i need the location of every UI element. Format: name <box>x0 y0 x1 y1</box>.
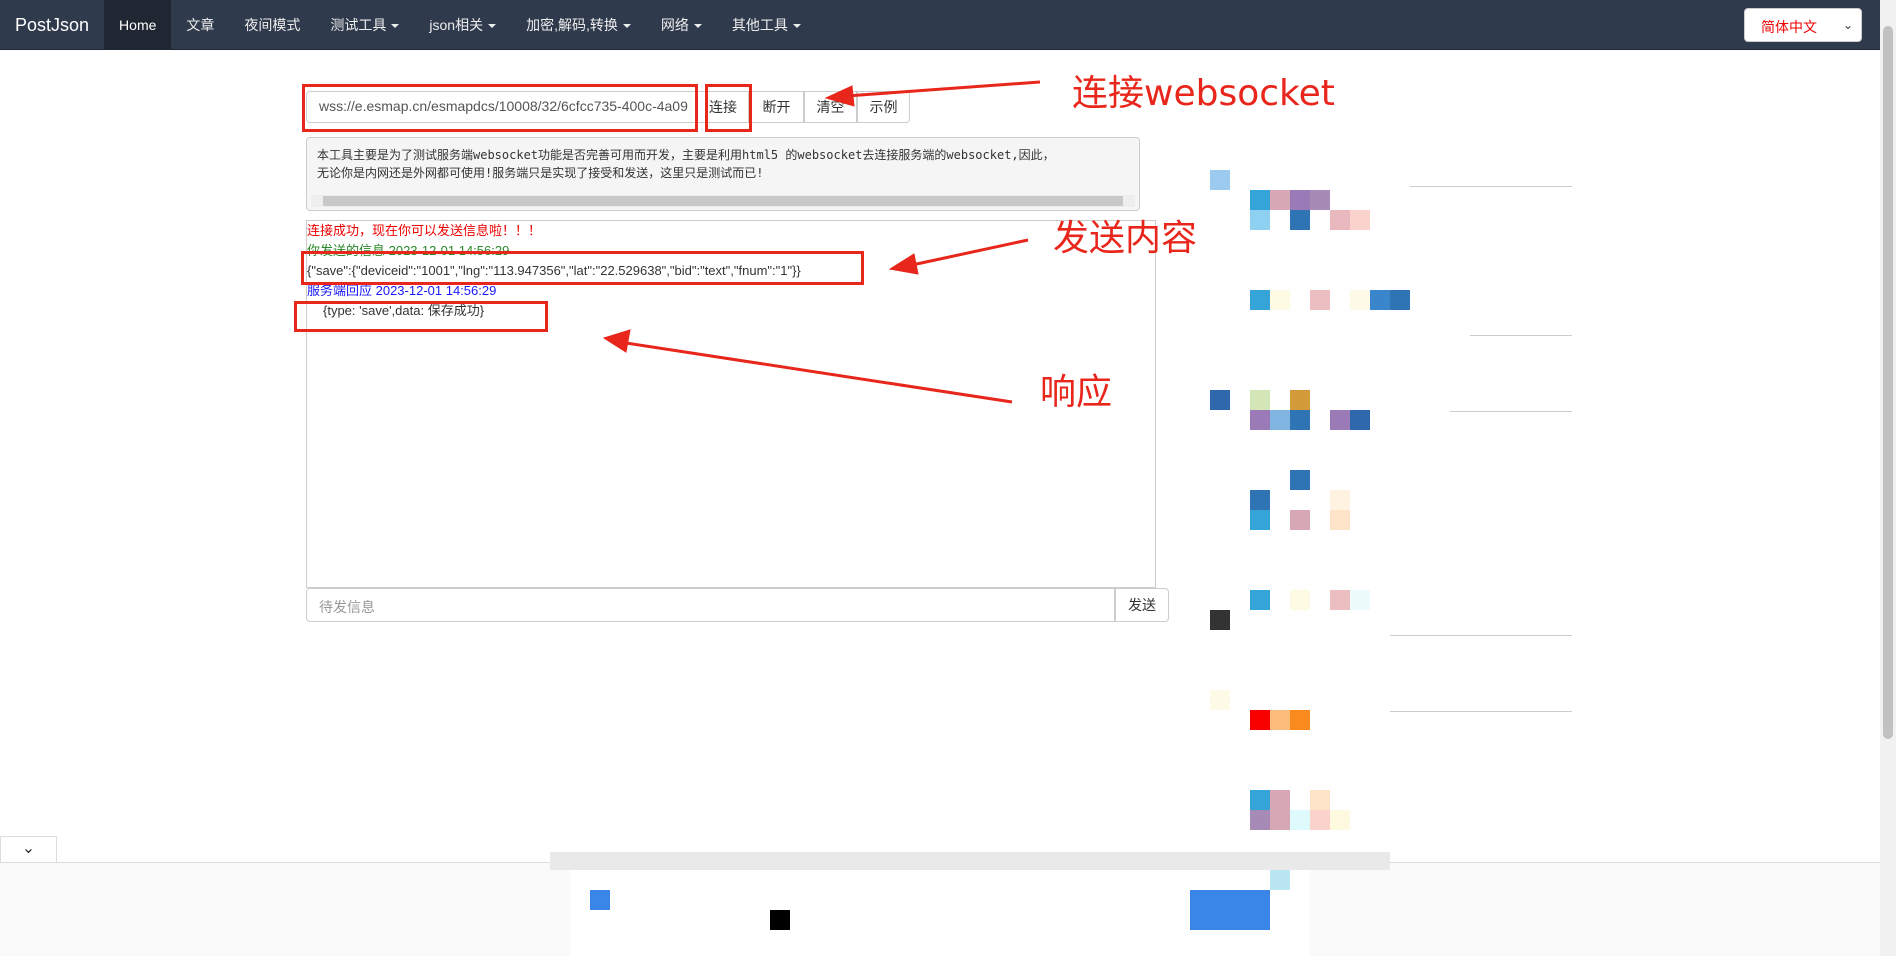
ad-pixel <box>1290 810 1310 830</box>
ad-pixel <box>1270 190 1290 210</box>
ad-pixel <box>1290 470 1310 490</box>
ad-pixel <box>1270 710 1290 730</box>
ad-pixel <box>1350 210 1370 230</box>
ad-divider <box>1390 711 1572 712</box>
ad-pixel <box>1270 290 1290 310</box>
ad-pixel <box>1250 590 1270 610</box>
ad-pixel <box>1250 490 1270 510</box>
ad-pixel <box>1350 290 1370 310</box>
ad-pixel <box>1310 290 1330 310</box>
annotation-send-label: 发送内容 <box>1053 218 1198 259</box>
ad-pixel <box>1390 290 1410 310</box>
ad-pixel <box>1270 870 1290 890</box>
ad-pixel <box>1270 790 1290 810</box>
page: { "navbar": { "brand": "PostJson", "item… <box>0 0 1896 956</box>
ad-pixel <box>590 890 610 910</box>
ad-pixel <box>1290 510 1310 530</box>
ad-pixel <box>1330 210 1350 230</box>
ad-pixel <box>1250 710 1270 730</box>
ad-pixel <box>1350 590 1370 610</box>
collapse-button[interactable]: ⌄ <box>0 836 57 862</box>
ad-pixel <box>1310 190 1330 210</box>
ad-pixel <box>1250 390 1270 410</box>
annotation-connect-label: 连接websocket <box>1072 73 1335 114</box>
ad-pixel <box>770 910 790 930</box>
ad-pixel <box>1270 810 1290 830</box>
ad-pixel-block <box>1190 890 1270 930</box>
ad-pixel <box>1330 490 1350 510</box>
ad-pixel <box>1330 410 1350 430</box>
ad-divider <box>1410 186 1572 187</box>
ad-pixel <box>1310 810 1330 830</box>
ad-pixel <box>1270 410 1290 430</box>
ad-pixel <box>1290 710 1310 730</box>
annotation-response-label: 响应 <box>1040 372 1113 413</box>
ad-pixel <box>1330 510 1350 530</box>
bottom-ad-header <box>550 852 1390 870</box>
ad-pixel <box>1210 610 1230 630</box>
ad-pixel <box>1370 290 1390 310</box>
ad-pixel <box>1250 210 1270 230</box>
ad-pixel <box>1290 410 1310 430</box>
arrow-send <box>911 238 1029 267</box>
ad-pixel <box>1310 790 1330 810</box>
ad-divider <box>1390 635 1572 636</box>
ad-pixel <box>1350 410 1370 430</box>
ad-pixel <box>1210 390 1230 410</box>
ad-pixel <box>1250 290 1270 310</box>
ad-pixel <box>1330 810 1350 830</box>
arrow-connect-head <box>824 85 855 107</box>
arrow-send-head <box>888 253 919 275</box>
chevron-down-icon: ⌄ <box>21 840 36 857</box>
ad-divider <box>1450 411 1572 412</box>
ad-pixel <box>1210 690 1230 710</box>
ad-pixel <box>1250 510 1270 530</box>
ad-pixel <box>1290 590 1310 610</box>
bottom-ad-content <box>570 870 1310 956</box>
ad-pixel <box>1250 810 1270 830</box>
ad-pixel <box>1290 390 1310 410</box>
ad-pixel <box>1250 190 1270 210</box>
arrow-response <box>625 341 1013 404</box>
ad-pixel <box>1290 210 1310 230</box>
arrow-response-head <box>602 329 631 353</box>
arrow-connect <box>845 80 1041 98</box>
ad-pixel <box>1210 170 1230 190</box>
ad-pixel <box>1330 590 1350 610</box>
ad-pixel <box>1250 790 1270 810</box>
ad-divider <box>1470 335 1572 336</box>
annotation-arrows <box>602 80 1041 404</box>
ad-pixel <box>1250 410 1270 430</box>
ad-pixel <box>1290 190 1310 210</box>
